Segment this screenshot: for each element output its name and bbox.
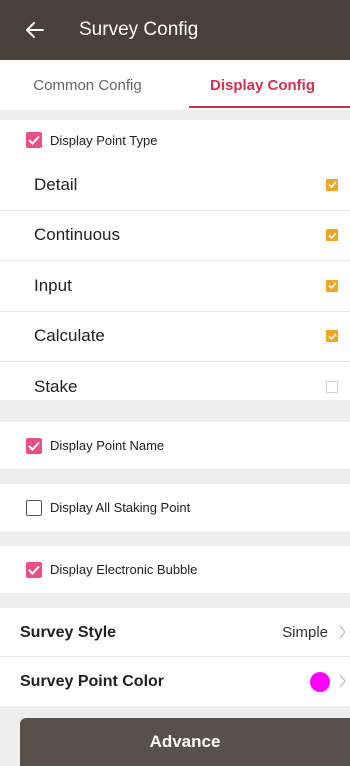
display-point-name-label: Display Point Name bbox=[50, 438, 165, 453]
calculate-checkbox[interactable] bbox=[326, 330, 338, 343]
display-point-type-section: Display Point Type Detail Continuous Inp… bbox=[0, 120, 350, 400]
display-point-type-label: Display Point Type bbox=[50, 132, 158, 148]
survey-point-color-row[interactable]: Survey Point Color bbox=[0, 657, 350, 706]
point-type-continuous[interactable]: Continuous bbox=[0, 211, 350, 261]
point-type-detail[interactable]: Detail bbox=[0, 160, 350, 211]
display-point-name-row[interactable]: Display Point Name bbox=[0, 422, 350, 469]
display-bubble-section: Display Electronic Bubble bbox=[0, 546, 350, 593]
display-bubble-label: Display Electronic Bubble bbox=[50, 562, 198, 577]
advance-button[interactable]: Advance bbox=[20, 718, 350, 766]
display-all-staking-label: Display All Staking Point bbox=[50, 500, 191, 515]
point-type-list: Detail Continuous Input Calculate Stake bbox=[0, 160, 350, 412]
app-bar: Survey Config bbox=[0, 0, 350, 60]
point-type-calculate[interactable]: Calculate bbox=[0, 312, 350, 362]
color-swatch[interactable] bbox=[310, 671, 330, 692]
survey-style-label: Survey Style bbox=[20, 623, 117, 641]
display-all-staking-checkbox[interactable] bbox=[26, 499, 42, 516]
point-type-label: Continuous bbox=[34, 225, 121, 245]
point-type-input[interactable]: Input bbox=[0, 261, 350, 312]
display-all-staking-section: Display All Staking Point bbox=[0, 484, 350, 531]
tab-common-config[interactable]: Common Config bbox=[0, 60, 175, 110]
survey-style-row[interactable]: Survey Style Simple bbox=[0, 608, 350, 657]
point-type-label: Calculate bbox=[34, 326, 105, 346]
tab-display-config[interactable]: Display Config bbox=[175, 60, 350, 110]
point-type-label: Stake bbox=[34, 376, 78, 396]
display-point-name-checkbox[interactable] bbox=[26, 437, 42, 454]
stake-checkbox[interactable] bbox=[326, 380, 338, 393]
page-title: Survey Config bbox=[79, 19, 199, 40]
point-type-label: Detail bbox=[34, 174, 78, 194]
survey-style-value: Simple bbox=[282, 624, 328, 641]
display-bubble-checkbox[interactable] bbox=[26, 561, 42, 578]
display-point-type-row[interactable]: Display Point Type bbox=[0, 120, 350, 160]
back-arrow-icon[interactable] bbox=[26, 22, 48, 38]
display-point-type-checkbox[interactable] bbox=[26, 132, 42, 148]
display-bubble-row[interactable]: Display Electronic Bubble bbox=[0, 546, 350, 593]
display-point-name-section: Display Point Name bbox=[0, 422, 350, 469]
continuous-checkbox[interactable] bbox=[326, 229, 338, 242]
point-type-label: Input bbox=[34, 275, 72, 295]
point-type-stake[interactable]: Stake bbox=[0, 362, 350, 412]
tab-bar: Common Config Display Config bbox=[0, 60, 350, 110]
detail-checkbox[interactable] bbox=[326, 178, 338, 191]
display-all-staking-row[interactable]: Display All Staking Point bbox=[0, 484, 350, 531]
chevron-right-icon bbox=[339, 625, 346, 644]
input-checkbox[interactable] bbox=[326, 279, 338, 292]
survey-point-color-label: Survey Point Color bbox=[20, 672, 165, 690]
chevron-right-icon bbox=[339, 674, 346, 693]
